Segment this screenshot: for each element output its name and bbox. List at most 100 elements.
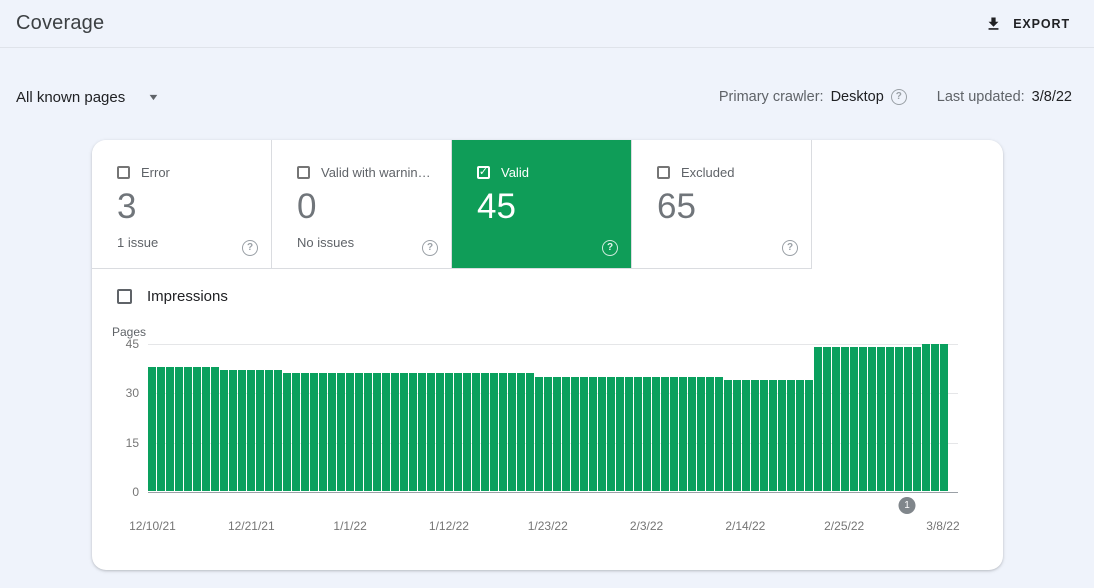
bar[interactable] [931, 344, 939, 491]
bar[interactable] [454, 373, 462, 491]
checkbox-excluded[interactable] [657, 166, 670, 179]
bar[interactable] [382, 373, 390, 491]
bar[interactable] [148, 366, 156, 491]
bar[interactable] [562, 376, 570, 491]
help-icon[interactable]: ? [782, 240, 798, 256]
tile-error[interactable]: Error 3 1 issue ? [92, 140, 272, 268]
tile-valid[interactable]: ✓ Valid 45 ? [452, 140, 632, 268]
bar[interactable] [517, 373, 525, 491]
bar[interactable] [553, 376, 561, 491]
tile-excluded[interactable]: Excluded 65 ? [632, 140, 812, 268]
bar[interactable] [652, 376, 660, 491]
bar[interactable] [850, 347, 858, 491]
bar[interactable] [355, 373, 363, 491]
help-icon[interactable]: ? [602, 240, 618, 256]
bar[interactable] [400, 373, 408, 491]
bar[interactable] [733, 379, 741, 491]
bar[interactable] [175, 366, 183, 491]
page-filter-dropdown[interactable]: All known pages ▼ [14, 85, 160, 110]
bar[interactable] [706, 376, 714, 491]
bar[interactable] [373, 373, 381, 491]
bar[interactable] [688, 376, 696, 491]
timeline-marker[interactable]: 1 [898, 497, 916, 514]
bar[interactable] [292, 373, 300, 491]
bar[interactable] [319, 373, 327, 491]
bar[interactable] [184, 366, 192, 491]
bar[interactable] [634, 376, 642, 491]
bar[interactable] [508, 373, 516, 491]
bar[interactable] [940, 344, 948, 491]
bar[interactable] [418, 373, 426, 491]
checkbox-valid-with-warnings[interactable] [297, 166, 310, 179]
bar[interactable] [679, 376, 687, 491]
tile-valid-with-warnings[interactable]: Valid with warnin… 0 No issues ? [272, 140, 452, 268]
bar[interactable] [841, 347, 849, 491]
bar[interactable] [859, 347, 867, 491]
bar[interactable] [256, 370, 264, 491]
bar[interactable] [499, 373, 507, 491]
bar[interactable] [409, 373, 417, 491]
checkbox-error[interactable] [117, 166, 130, 179]
bar[interactable] [490, 373, 498, 491]
bar[interactable] [697, 376, 705, 491]
bar[interactable] [346, 373, 354, 491]
checkbox-impressions[interactable] [117, 289, 132, 304]
bar[interactable] [877, 347, 885, 491]
bar[interactable] [598, 376, 606, 491]
bar[interactable] [283, 373, 291, 491]
bar[interactable] [238, 370, 246, 491]
bar[interactable] [796, 379, 804, 491]
bar[interactable] [157, 366, 165, 491]
bar[interactable] [193, 366, 201, 491]
bar[interactable] [895, 347, 903, 491]
bar[interactable] [589, 376, 597, 491]
bar[interactable] [571, 376, 579, 491]
bar[interactable] [823, 347, 831, 491]
bar[interactable] [220, 370, 228, 491]
bar[interactable] [427, 373, 435, 491]
bar[interactable] [913, 347, 921, 491]
bar[interactable] [832, 347, 840, 491]
bar[interactable] [364, 373, 372, 491]
bar[interactable] [535, 376, 543, 491]
bar[interactable] [886, 347, 894, 491]
bar[interactable] [787, 379, 795, 491]
bar[interactable] [715, 376, 723, 491]
bar[interactable] [643, 376, 651, 491]
bar[interactable] [247, 370, 255, 491]
bar[interactable] [310, 373, 318, 491]
bar[interactable] [481, 373, 489, 491]
bar[interactable] [472, 373, 480, 491]
bar[interactable] [445, 373, 453, 491]
bar[interactable] [436, 373, 444, 491]
bar[interactable] [229, 370, 237, 491]
bar[interactable] [337, 373, 345, 491]
bar[interactable] [904, 347, 912, 491]
bar[interactable] [463, 373, 471, 491]
bar[interactable] [301, 373, 309, 491]
bar[interactable] [580, 376, 588, 491]
bar[interactable] [328, 373, 336, 491]
bar[interactable] [526, 373, 534, 491]
help-icon[interactable]: ? [890, 89, 907, 105]
bar[interactable] [391, 373, 399, 491]
bar[interactable] [778, 379, 786, 491]
bar[interactable] [922, 344, 930, 491]
bar[interactable] [202, 366, 210, 491]
help-icon[interactable]: ? [242, 240, 258, 256]
help-icon[interactable]: ? [422, 240, 438, 256]
bar[interactable] [274, 370, 282, 491]
bar[interactable] [166, 366, 174, 491]
bar[interactable] [760, 379, 768, 491]
bar[interactable] [814, 347, 822, 491]
bar[interactable] [868, 347, 876, 491]
bar[interactable] [661, 376, 669, 491]
bar[interactable] [616, 376, 624, 491]
bar[interactable] [724, 379, 732, 491]
bar[interactable] [265, 370, 273, 491]
bar[interactable] [544, 376, 552, 491]
bar[interactable] [670, 376, 678, 491]
export-button[interactable]: EXPORT [981, 9, 1074, 38]
bar[interactable] [607, 376, 615, 491]
bar[interactable] [805, 379, 813, 491]
